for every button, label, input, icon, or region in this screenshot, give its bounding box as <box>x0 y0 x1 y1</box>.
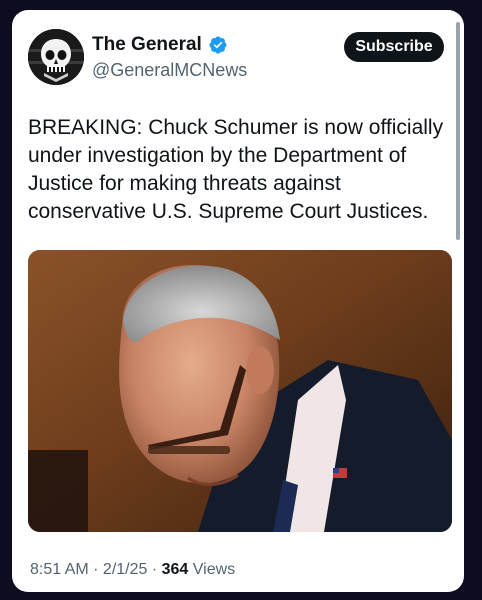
scrollbar[interactable] <box>456 22 460 240</box>
verified-badge-icon <box>209 36 227 54</box>
author-handle[interactable]: @GeneralMCNews <box>92 60 247 80</box>
subscribe-button[interactable]: Subscribe <box>344 32 444 62</box>
tweet-date[interactable]: 2/1/25 <box>103 561 147 578</box>
author-name-row: The General <box>92 34 228 56</box>
punisher-skull-avatar-icon <box>28 29 84 85</box>
tweet-text-line: Justice for making threats against <box>28 172 341 195</box>
views-label: Views <box>188 561 236 578</box>
tweet-text: BREAKING: Chuck Schumer is now officiall… <box>28 114 452 226</box>
views-count[interactable]: 364 <box>162 561 189 578</box>
tweet-photo-image <box>28 250 452 532</box>
author-avatar[interactable] <box>28 29 84 85</box>
tweet-text-line: conservative U.S. Supreme Court Justices… <box>28 200 429 223</box>
meta-separator: · <box>88 561 103 578</box>
meta-separator: · <box>147 561 162 578</box>
tweet-text-line: BREAKING: Chuck Schumer is now officiall… <box>28 116 444 139</box>
tweet-time[interactable]: 8:51 AM <box>30 561 89 578</box>
tweet-meta: 8:51 AM · 2/1/25 · 364 Views <box>30 560 235 580</box>
tweet-photo[interactable] <box>28 250 452 532</box>
tweet-card: The General @GeneralMCNews Subscribe BRE… <box>12 10 464 592</box>
tweet-text-line: under investigation by the Department of <box>28 144 407 167</box>
author-display-name[interactable]: The General <box>92 34 202 56</box>
